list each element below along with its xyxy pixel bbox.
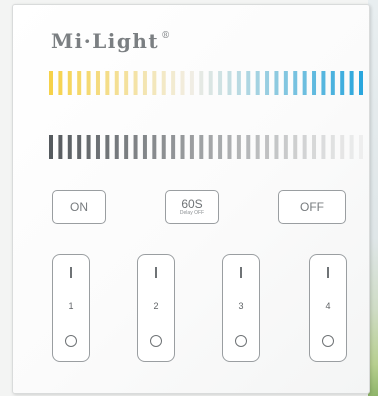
brightness-segment[interactable] bbox=[199, 135, 204, 159]
brand-name: Mi·Light bbox=[51, 29, 160, 53]
color-temperature-track[interactable] bbox=[49, 71, 363, 95]
brightness-segment[interactable] bbox=[227, 135, 232, 159]
zone-4-off-icon[interactable] bbox=[322, 335, 334, 347]
color-temperature-segment[interactable] bbox=[321, 71, 326, 95]
zone-2-on-icon[interactable] bbox=[155, 267, 157, 278]
brightness-segment[interactable] bbox=[236, 135, 241, 159]
color-temperature-segment[interactable] bbox=[142, 71, 147, 95]
color-temperature-segment[interactable] bbox=[95, 71, 100, 95]
color-temperature-segment[interactable] bbox=[49, 71, 53, 95]
color-temperature-segment[interactable] bbox=[124, 71, 129, 95]
color-temperature-segment[interactable] bbox=[180, 71, 185, 95]
color-temperature-segment[interactable] bbox=[302, 71, 307, 95]
color-temperature-segment[interactable] bbox=[208, 71, 213, 95]
brightness-segment[interactable] bbox=[114, 135, 119, 159]
brightness-segment[interactable] bbox=[58, 135, 63, 159]
color-temperature-segment[interactable] bbox=[152, 71, 157, 95]
color-temperature-segment[interactable] bbox=[77, 71, 82, 95]
brightness-segment[interactable] bbox=[312, 135, 317, 159]
brightness-segment[interactable] bbox=[152, 135, 157, 159]
brightness-segment[interactable] bbox=[321, 135, 326, 159]
brightness-segment[interactable] bbox=[86, 135, 91, 159]
color-temperature-segment[interactable] bbox=[246, 71, 251, 95]
brightness-segment[interactable] bbox=[274, 135, 279, 159]
color-temperature-segment[interactable] bbox=[265, 71, 270, 95]
on-button-label: ON bbox=[70, 200, 88, 214]
color-temperature-segment[interactable] bbox=[227, 71, 232, 95]
on-button[interactable]: ON bbox=[52, 190, 106, 224]
brightness-segment[interactable] bbox=[283, 135, 288, 159]
brightness-segment[interactable] bbox=[246, 135, 251, 159]
brightness-segment[interactable] bbox=[330, 135, 335, 159]
zone-1-number: 1 bbox=[68, 301, 74, 311]
remote-panel: Mi·Light ® ON 60S Delay OFF OFF 1 2 3 4 bbox=[12, 4, 370, 394]
brightness-segment[interactable] bbox=[171, 135, 176, 159]
brightness-segment[interactable] bbox=[349, 135, 354, 159]
color-temperature-segment[interactable] bbox=[189, 71, 194, 95]
brightness-segment[interactable] bbox=[302, 135, 307, 159]
color-temperature-segment[interactable] bbox=[86, 71, 91, 95]
brightness-segment[interactable] bbox=[265, 135, 270, 159]
color-temperature-segment[interactable] bbox=[359, 71, 363, 95]
brightness-segment[interactable] bbox=[208, 135, 213, 159]
color-temperature-segment[interactable] bbox=[340, 71, 345, 95]
brightness-segment[interactable] bbox=[293, 135, 298, 159]
brightness-segment[interactable] bbox=[133, 135, 138, 159]
color-temperature-segment[interactable] bbox=[133, 71, 138, 95]
zone-1-switch[interactable]: 1 bbox=[52, 254, 90, 362]
color-temperature-segment[interactable] bbox=[218, 71, 223, 95]
color-temperature-segment[interactable] bbox=[349, 71, 354, 95]
color-temperature-segment[interactable] bbox=[199, 71, 204, 95]
color-temperature-slider[interactable] bbox=[49, 71, 363, 95]
color-temperature-segment[interactable] bbox=[283, 71, 288, 95]
brightness-segment[interactable] bbox=[359, 135, 363, 159]
color-temperature-segment[interactable] bbox=[67, 71, 72, 95]
delay-off-button[interactable]: 60S Delay OFF bbox=[165, 190, 219, 224]
color-temperature-segment[interactable] bbox=[255, 71, 260, 95]
brand-logo: Mi·Light ® bbox=[51, 29, 172, 53]
delay-off-time: 60S bbox=[181, 197, 203, 211]
zone-3-switch[interactable]: 3 bbox=[222, 254, 260, 362]
brightness-segment[interactable] bbox=[161, 135, 166, 159]
zone-3-number: 3 bbox=[238, 301, 244, 311]
color-temperature-segment[interactable] bbox=[330, 71, 335, 95]
brightness-slider[interactable] bbox=[49, 135, 363, 159]
brightness-track[interactable] bbox=[49, 135, 363, 159]
color-temperature-segment[interactable] bbox=[293, 71, 298, 95]
color-temperature-segment[interactable] bbox=[58, 71, 63, 95]
zone-2-off-icon[interactable] bbox=[150, 335, 162, 347]
color-temperature-segment[interactable] bbox=[171, 71, 176, 95]
brightness-segment[interactable] bbox=[67, 135, 72, 159]
brightness-segment[interactable] bbox=[124, 135, 129, 159]
brightness-segment[interactable] bbox=[189, 135, 194, 159]
color-temperature-segment[interactable] bbox=[312, 71, 317, 95]
brightness-segment[interactable] bbox=[105, 135, 110, 159]
brightness-segment[interactable] bbox=[95, 135, 100, 159]
registered-mark: ® bbox=[161, 31, 172, 41]
zone-1-on-icon[interactable] bbox=[70, 267, 72, 278]
zone-4-number: 4 bbox=[325, 301, 331, 311]
color-temperature-segment[interactable] bbox=[236, 71, 241, 95]
zone-3-off-icon[interactable] bbox=[235, 335, 247, 347]
color-temperature-segment[interactable] bbox=[105, 71, 110, 95]
zone-4-switch[interactable]: 4 bbox=[309, 254, 347, 362]
brightness-segment[interactable] bbox=[218, 135, 223, 159]
zone-3-on-icon[interactable] bbox=[240, 267, 242, 278]
zone-1-off-icon[interactable] bbox=[65, 335, 77, 347]
zone-2-switch[interactable]: 2 bbox=[137, 254, 175, 362]
zone-2-number: 2 bbox=[153, 301, 159, 311]
brightness-segment[interactable] bbox=[180, 135, 185, 159]
off-button-label: OFF bbox=[300, 200, 324, 214]
color-temperature-segment[interactable] bbox=[161, 71, 166, 95]
zone-4-on-icon[interactable] bbox=[327, 267, 329, 278]
color-temperature-segment[interactable] bbox=[114, 71, 119, 95]
color-temperature-segment[interactable] bbox=[274, 71, 279, 95]
brightness-segment[interactable] bbox=[340, 135, 345, 159]
delay-off-caption: Delay OFF bbox=[179, 210, 205, 216]
brightness-segment[interactable] bbox=[77, 135, 82, 159]
brightness-segment[interactable] bbox=[49, 135, 53, 159]
brightness-segment[interactable] bbox=[255, 135, 260, 159]
brightness-segment[interactable] bbox=[142, 135, 147, 159]
off-button[interactable]: OFF bbox=[278, 190, 346, 224]
